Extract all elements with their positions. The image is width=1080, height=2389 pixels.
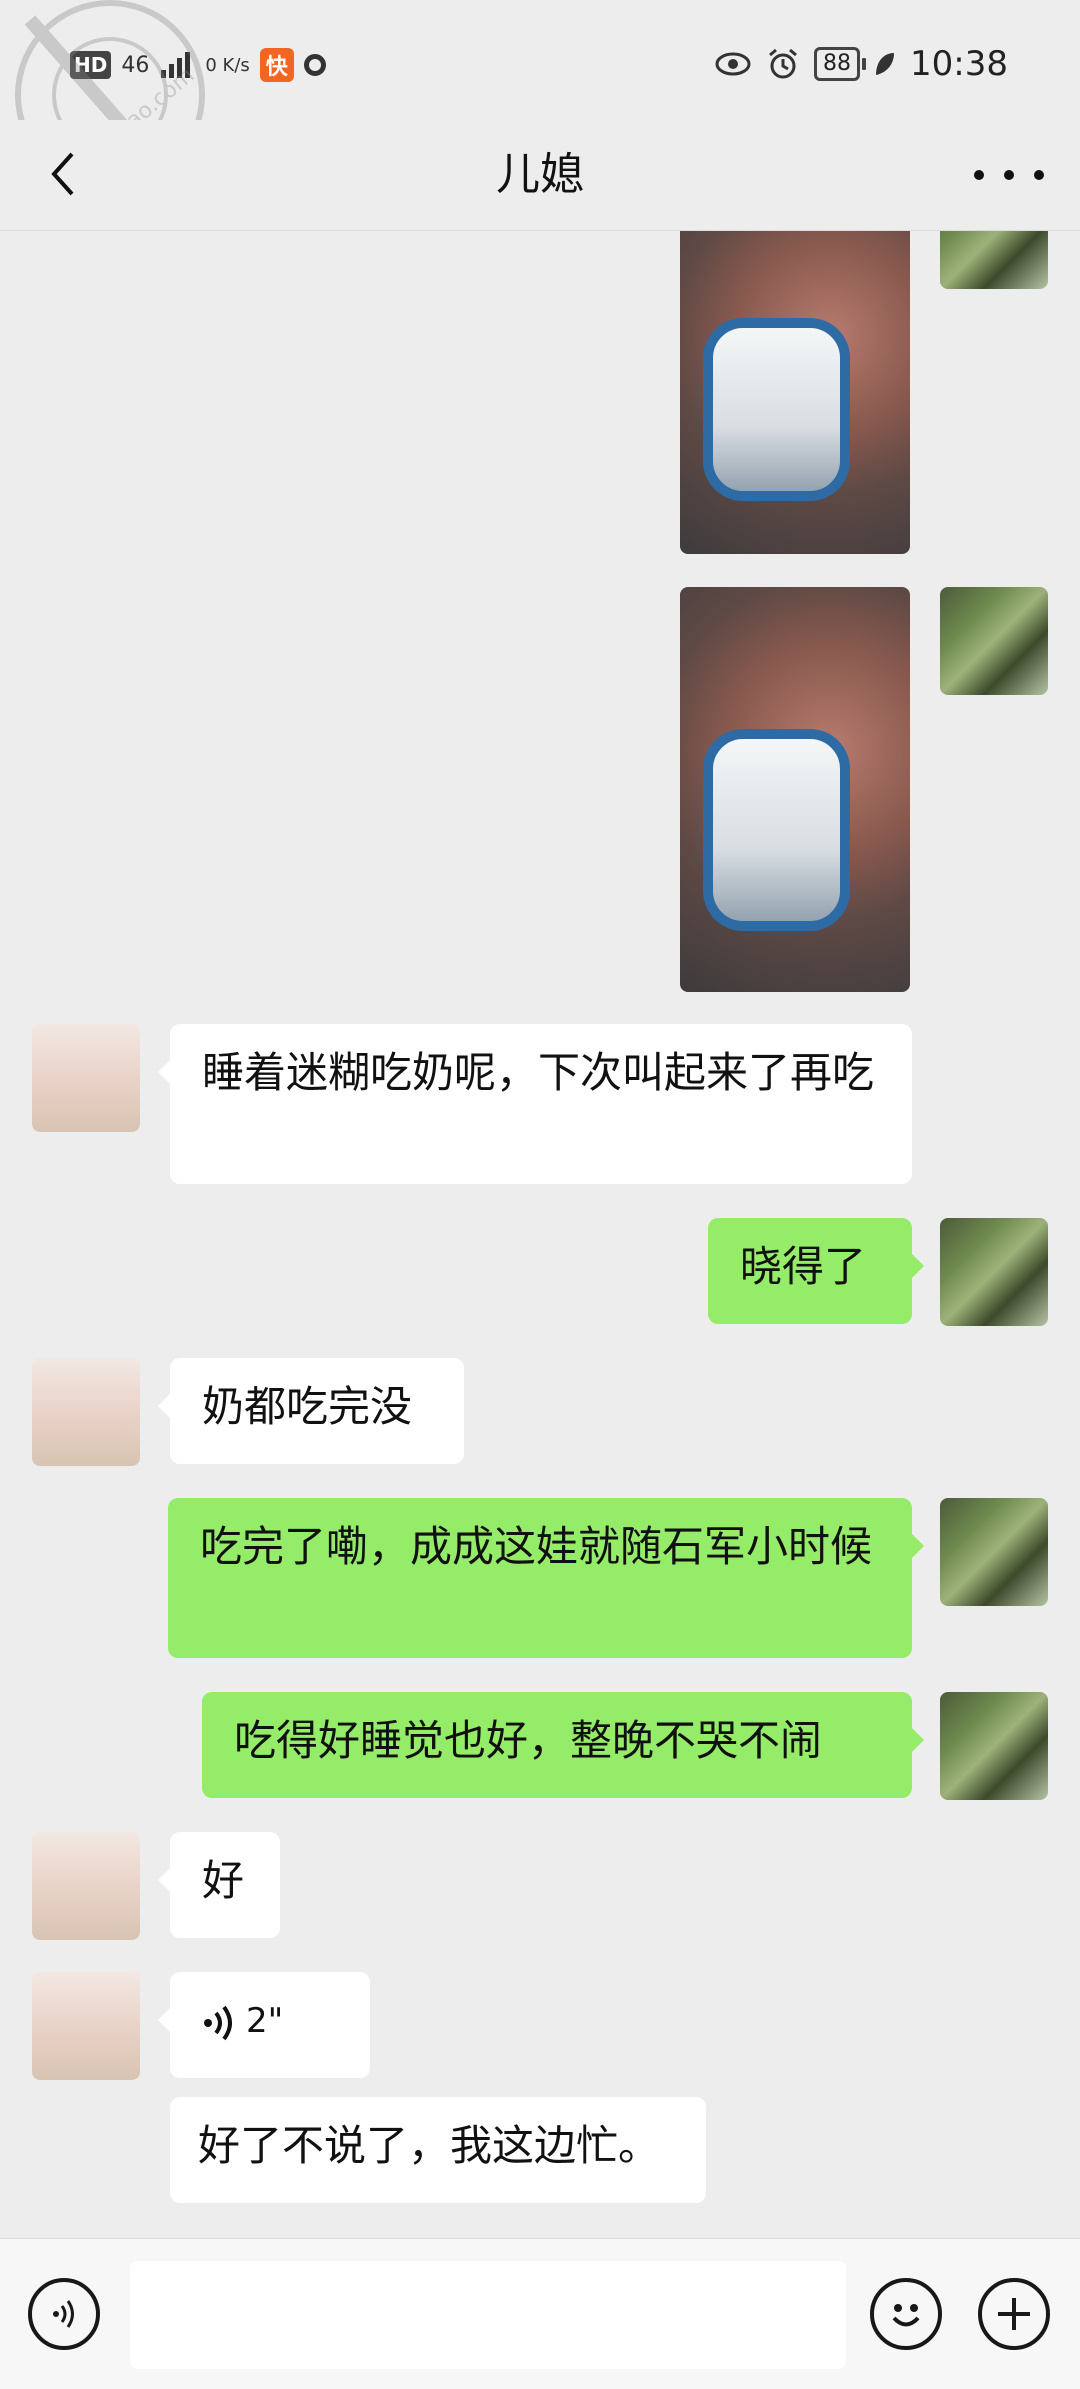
- my-avatar[interactable]: [940, 231, 1048, 289]
- status-left-icons: HD 46 0 K/s 快: [70, 48, 326, 82]
- my-avatar[interactable]: [940, 1498, 1048, 1606]
- status-right-icons: 88 10:38: [714, 44, 1008, 84]
- more-options-button[interactable]: [974, 150, 1044, 200]
- circle-icon: [303, 54, 326, 76]
- message-bubble[interactable]: 好: [158, 1832, 280, 1938]
- more-dot-icon: [1004, 170, 1014, 180]
- more-dot-icon: [974, 170, 984, 180]
- message-bubble[interactable]: 睡着迷糊吃奶呢，下次叫起来了再吃: [158, 1024, 912, 1184]
- my-avatar[interactable]: [940, 587, 1048, 695]
- app-notification-icon: 快: [259, 48, 294, 82]
- message-bubble[interactable]: 吃得好睡觉也好，整晚不哭不闹: [202, 1692, 924, 1798]
- contact-avatar[interactable]: [32, 1024, 140, 1132]
- emoji-icon: [892, 2304, 920, 2327]
- alarm-icon: [769, 48, 797, 79]
- hd-icon: HD: [70, 51, 112, 79]
- my-avatar[interactable]: [940, 1692, 1048, 1800]
- plus-icon: [998, 2298, 1030, 2330]
- eye-icon: [715, 52, 751, 76]
- more-actions-button[interactable]: [978, 2278, 1050, 2350]
- message-input[interactable]: [130, 2261, 846, 2369]
- message-bubble[interactable]: 吃完了嘞，成成这娃就随石军小时候: [168, 1498, 924, 1658]
- photo-content: [703, 318, 850, 502]
- photo-content: [703, 728, 850, 931]
- clock-time: 10:38: [910, 44, 1008, 84]
- status-bar: HD 46 0 K/s 快 88 10:38 haijiao.com: [0, 0, 1080, 190]
- message-image[interactable]: [680, 231, 910, 554]
- message-list[interactable]: 睡着迷糊吃奶呢，下次叫起来了再吃 晓得了 奶都吃完没 吃完了嘞，成成这娃就随石军…: [0, 231, 1080, 2237]
- voice-input-button[interactable]: [28, 2278, 100, 2350]
- battery-icon: 88: [814, 47, 867, 81]
- emoji-button[interactable]: [870, 2278, 942, 2350]
- chat-title: 儿媳: [496, 149, 584, 200]
- contact-avatar[interactable]: [32, 1358, 140, 1466]
- more-dot-icon: [1034, 170, 1044, 180]
- network-type: 46: [121, 52, 150, 78]
- message-bubble[interactable]: 晓得了: [708, 1218, 924, 1324]
- message-bubble[interactable]: 奶都吃完没: [158, 1358, 464, 1464]
- my-avatar[interactable]: [940, 1218, 1048, 1326]
- contact-avatar[interactable]: [32, 1972, 140, 2080]
- data-speed: 0 K/s: [205, 54, 250, 76]
- voice-icon: [53, 2300, 74, 2328]
- leaf-icon: [876, 53, 895, 75]
- signal-icon: [161, 52, 191, 78]
- voice-message-bubble[interactable]: 2": [158, 1972, 370, 2078]
- voice-wave-icon: [204, 2005, 232, 2040]
- chat-header: 儿媳: [0, 120, 1080, 231]
- contact-avatar[interactable]: [32, 1832, 140, 1940]
- message-image[interactable]: [680, 587, 910, 992]
- input-bar: [0, 2238, 1080, 2389]
- voice-transcript[interactable]: 好了不说了，我这边忙。: [170, 2097, 706, 2203]
- voice-duration: 2": [246, 2001, 284, 2041]
